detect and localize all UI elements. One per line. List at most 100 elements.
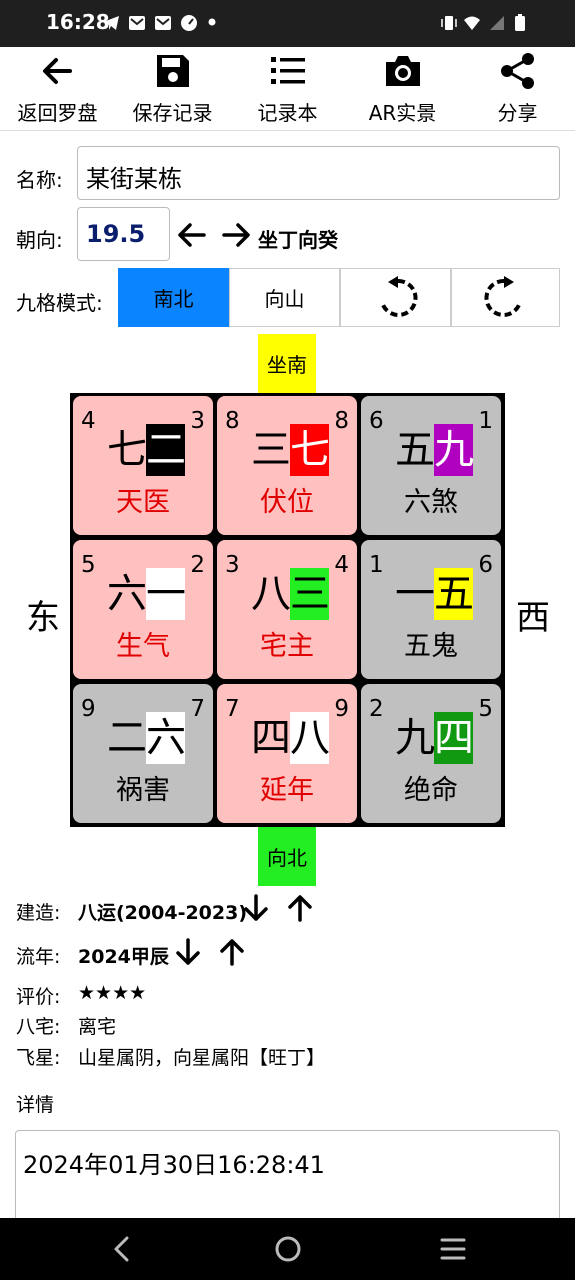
save-record-button[interactable]: 保存记录	[115, 47, 230, 130]
mode-north-south-button[interactable]: 南北	[118, 268, 229, 327]
signal-icon	[490, 16, 504, 30]
star-characters: 九四	[395, 712, 474, 764]
share-button[interactable]: 分享	[460, 47, 575, 130]
annual-star-char: 四	[434, 712, 474, 764]
star-characters: 二六	[107, 712, 186, 764]
nav-back-icon[interactable]	[110, 1236, 134, 1262]
detail-value: 2024年01月30日16:28:41	[23, 1151, 325, 1179]
mountain-star-number: 5	[81, 552, 96, 578]
star-characters: 五九	[395, 424, 474, 476]
flying-star-value: 山星属阴，向星属阳【旺丁】	[78, 1047, 326, 1069]
rotate-clockwise-button[interactable]	[451, 268, 560, 327]
base-star-char: 二	[107, 715, 147, 761]
mountain-star-number: 6	[369, 408, 384, 434]
arrow-left-icon	[43, 58, 72, 84]
star-characters: 四八	[251, 712, 330, 764]
star-characters: 三七	[251, 424, 330, 476]
base-star-char: 七	[107, 427, 147, 473]
base-star-char: 九	[395, 715, 435, 761]
east-label: 东	[26, 598, 60, 638]
star-characters: 七二	[107, 424, 186, 476]
annual-star-char: 七	[290, 424, 330, 476]
nav-home-icon[interactable]	[274, 1235, 302, 1263]
mountain-star-number: 8	[225, 408, 240, 434]
grid-cell: 3 4 八三宅主	[217, 540, 357, 679]
annual-star-char: 五	[434, 568, 474, 620]
mountain-star-number: 2	[369, 696, 384, 722]
vibrate-icon	[441, 16, 457, 30]
build-label: 建造:	[16, 902, 61, 924]
grid-cell: 6 1 五九六煞	[361, 396, 501, 535]
name-label: 名称:	[16, 168, 63, 192]
direction-input-value: 19.5	[86, 220, 146, 248]
build-period-up-arrow-icon[interactable]	[284, 892, 316, 924]
facing-star-number: 5	[478, 696, 493, 722]
navigation-bar	[0, 1218, 575, 1280]
nine-palace-grid: 4 3 七二天医 8 8 三七伏位 6 1 五九六煞 5 2 六一生气 3 4 八三宅主 1 6 一五五鬼 9 7 二六…	[70, 393, 505, 827]
mountain-star-number: 3	[225, 552, 240, 578]
base-star-char: 六	[107, 571, 147, 617]
decrease-direction-arrow-left-icon[interactable]	[176, 219, 208, 251]
annual-star-char: 一	[146, 568, 186, 620]
west-label: 西	[516, 598, 550, 638]
battery-icon	[515, 14, 525, 31]
grid-cell: 5 2 六一生气	[73, 540, 213, 679]
grid-cell: 8 8 三七伏位	[217, 396, 357, 535]
facing-star-number: 8	[334, 408, 349, 434]
mail-icon	[155, 16, 171, 30]
palace-name: 祸害	[116, 775, 170, 806]
back-to-compass-button[interactable]: 返回罗盘	[0, 47, 115, 130]
detail-label: 详情	[16, 1094, 55, 1116]
palace-name: 宅主	[260, 631, 314, 662]
status-time: 16:28	[46, 10, 110, 34]
star-characters: 八三	[251, 568, 330, 620]
mode-north-south-label: 南北	[153, 287, 194, 311]
grid-cell: 4 3 七二天医	[73, 396, 213, 535]
base-star-char: 五	[395, 427, 435, 473]
facing-star-number: 3	[190, 408, 205, 434]
grid-cell: 7 9 四八延年	[217, 684, 357, 823]
increase-direction-arrow-right-icon[interactable]	[220, 219, 252, 251]
build-period-down-arrow-icon[interactable]	[240, 892, 272, 924]
telegram-icon	[103, 16, 119, 30]
year-down-arrow-icon[interactable]	[172, 936, 204, 968]
direction-label: 朝向:	[16, 228, 63, 252]
record-book-button[interactable]: 记录本	[230, 47, 345, 130]
facing-star-number: 4	[334, 552, 349, 578]
year-label: 流年:	[16, 946, 61, 968]
year-value: 2024甲辰	[78, 946, 169, 968]
mountain-star-number: 9	[81, 696, 96, 722]
base-star-char: 三	[251, 427, 291, 473]
annual-star-char: 三	[290, 568, 330, 620]
nav-menu-icon[interactable]	[440, 1237, 466, 1261]
rotate-counterclockwise-button[interactable]	[340, 268, 451, 327]
ar-view-button[interactable]: AR实景	[345, 47, 460, 130]
camera-icon	[386, 56, 420, 86]
detail-textarea[interactable]: 2024年01月30日16:28:41	[15, 1130, 560, 1230]
base-star-char: 八	[251, 571, 291, 617]
rating-label: 评价:	[16, 986, 61, 1008]
year-up-arrow-icon[interactable]	[216, 936, 248, 968]
grid-cell: 1 6 一五五鬼	[361, 540, 501, 679]
top-direction-label: 坐南	[258, 334, 316, 393]
house-label: 八宅:	[16, 1016, 61, 1038]
palace-name: 天医	[116, 487, 170, 518]
facing-star-number: 2	[190, 552, 205, 578]
mode-facing-mountain-button[interactable]: 向山	[229, 268, 340, 327]
mountain-star-number: 7	[225, 696, 240, 722]
save-icon	[157, 55, 189, 87]
facing-star-number: 6	[478, 552, 493, 578]
toolbar: 返回罗盘 保存记录 记录本 AR实景 分享	[0, 47, 575, 131]
star-characters: 一五	[395, 568, 474, 620]
flying-star-label: 飞星:	[16, 1047, 61, 1069]
annual-star-char: 八	[290, 712, 330, 764]
direction-input[interactable]: 19.5	[77, 207, 170, 261]
rating-value: ★★★★	[78, 982, 147, 1004]
list-icon	[271, 57, 305, 84]
base-star-char: 四	[251, 715, 291, 761]
palace-name: 延年	[260, 775, 314, 806]
name-input[interactable]: 某街某栋	[77, 146, 560, 200]
palace-name: 五鬼	[404, 631, 458, 662]
mode-facing-mountain-label: 向山	[264, 287, 305, 311]
annual-star-char: 二	[146, 424, 186, 476]
